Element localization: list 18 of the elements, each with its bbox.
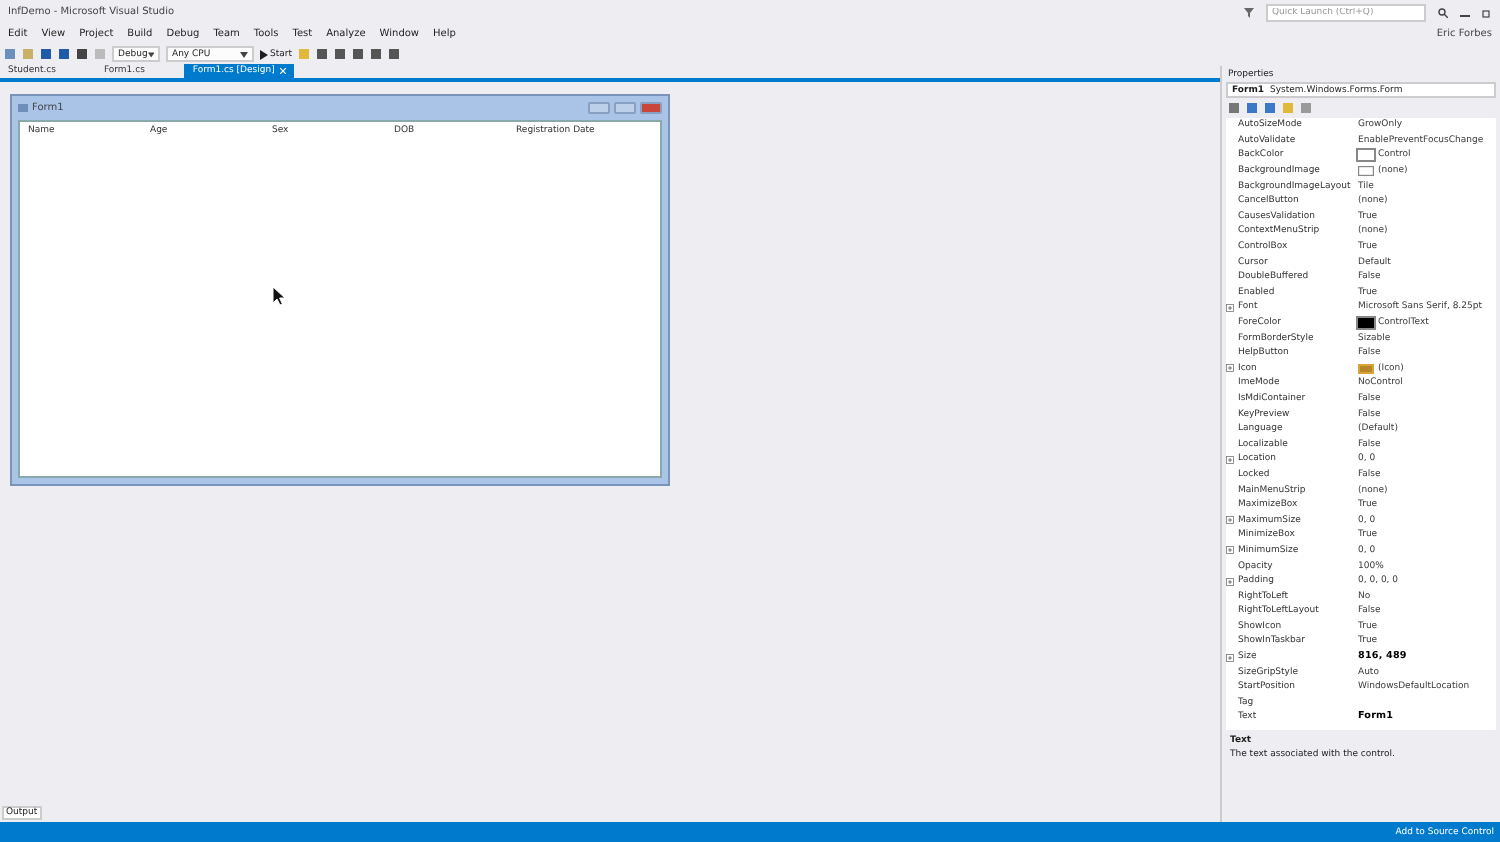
mouse-pointer-icon xyxy=(272,286,286,306)
close-button[interactable] xyxy=(640,102,662,114)
form-icon-preview xyxy=(1358,363,1374,374)
dropdown-caret-icon[interactable] xyxy=(240,51,248,57)
close-icon[interactable] xyxy=(280,68,287,74)
expand-icon[interactable] xyxy=(1226,303,1234,312)
expand-icon[interactable] xyxy=(1226,577,1234,586)
form-icon xyxy=(18,104,28,112)
dropdown-caret-icon[interactable] xyxy=(147,51,154,57)
expand-icon[interactable] xyxy=(1226,546,1234,555)
expand-icon[interactable] xyxy=(1226,455,1234,464)
expand-icon[interactable] xyxy=(1226,516,1234,525)
filter-icon[interactable] xyxy=(1244,7,1254,17)
search-icon[interactable] xyxy=(1438,7,1448,17)
expand-icon[interactable] xyxy=(1226,653,1234,662)
restore-icon[interactable] xyxy=(1482,7,1492,17)
image-swatch xyxy=(1358,166,1374,177)
expand-icon[interactable] xyxy=(1226,364,1234,373)
